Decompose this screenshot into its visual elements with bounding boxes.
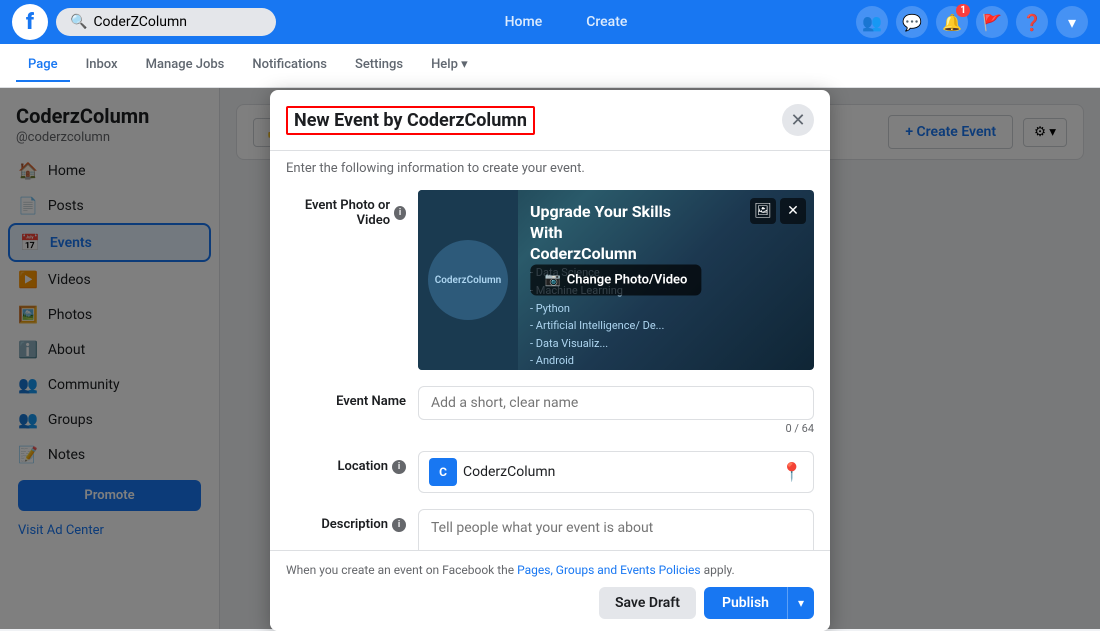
account-chevron-btn[interactable]: ▾ xyxy=(1056,6,1088,38)
help-icon-btn[interactable]: ❓ xyxy=(1016,6,1048,38)
publish-button[interactable]: Publish xyxy=(704,587,787,619)
location-info-icon[interactable]: i xyxy=(392,460,406,474)
top-navigation: f 🔍 Home Create 👥 💬 🔔 1 🚩 ❓ ▾ xyxy=(0,0,1100,44)
location-pin-icon[interactable]: 📍 xyxy=(781,462,803,483)
publish-chevron-icon: ▾ xyxy=(798,596,804,610)
create-event-modal: New Event by CoderzColumn ✕ Enter the fo… xyxy=(270,90,830,631)
photo-remove-button[interactable]: ✕ xyxy=(780,198,806,224)
search-bar[interactable]: 🔍 xyxy=(56,8,276,36)
tab-manage-jobs[interactable]: Manage Jobs xyxy=(134,49,237,82)
logo-text: CoderzColumn xyxy=(435,274,502,287)
description-label: Description i xyxy=(286,509,406,532)
event-name-label: Event Name xyxy=(286,386,406,409)
description-info-icon[interactable]: i xyxy=(392,518,406,532)
modal-title: New Event by CoderzColumn xyxy=(286,106,535,135)
flag-icon-btn[interactable]: 🚩 xyxy=(976,6,1008,38)
nav-create[interactable]: Create xyxy=(578,10,635,34)
notifications-icon-btn[interactable]: 🔔 1 xyxy=(936,6,968,38)
messenger-icon-btn[interactable]: 💬 xyxy=(896,6,928,38)
photo-overlay-buttons: 🖼 ✕ xyxy=(750,198,806,224)
notification-badge: 1 xyxy=(956,4,970,17)
nav-home[interactable]: Home xyxy=(497,10,551,34)
modal-footer: When you create an event on Facebook the… xyxy=(270,550,830,631)
modal-intro-text: Enter the following information to creat… xyxy=(270,151,830,182)
location-control: C CoderzColumn 📍 xyxy=(418,451,814,493)
description-textarea[interactable] xyxy=(418,509,814,550)
photo-label: Event Photo or Video i xyxy=(286,190,406,228)
search-icon: 🔍 xyxy=(70,14,87,30)
photo-form-row: Event Photo or Video i CoderzColumn xyxy=(270,182,830,378)
facebook-logo: f xyxy=(12,4,48,40)
location-label: Location i xyxy=(286,451,406,474)
main-layout: CoderzColumn @coderzcolumn 🏠 Home 📄 Post… xyxy=(0,88,1100,629)
publish-dropdown-button[interactable]: ▾ xyxy=(787,587,814,619)
location-value: CoderzColumn xyxy=(463,464,775,480)
event-name-control: 0 / 64 xyxy=(418,386,814,435)
photo-info-icon[interactable]: i xyxy=(394,206,406,220)
footer-notice: When you create an event on Facebook the… xyxy=(286,563,814,577)
publish-button-group: Publish ▾ xyxy=(704,587,814,619)
page-tabs-bar: Page Inbox Manage Jobs Notifications Set… xyxy=(0,44,1100,88)
nav-right: 👥 💬 🔔 1 🚩 ❓ ▾ xyxy=(856,6,1088,38)
change-photo-button[interactable]: 📷 Change Photo/Video xyxy=(531,265,702,296)
location-field[interactable]: C CoderzColumn 📍 xyxy=(418,451,814,493)
modal-close-button[interactable]: ✕ xyxy=(782,104,814,136)
tab-settings[interactable]: Settings xyxy=(343,49,415,82)
photo-control: CoderzColumn Upgrade Your SkillsWithCode… xyxy=(418,190,814,370)
modal-header: New Event by CoderzColumn ✕ xyxy=(270,90,830,151)
search-input[interactable] xyxy=(93,14,263,30)
tab-inbox[interactable]: Inbox xyxy=(74,49,130,82)
location-form-row: Location i C CoderzColumn 📍 xyxy=(270,443,830,501)
people-icon-btn[interactable]: 👥 xyxy=(856,6,888,38)
nav-center: Home Create xyxy=(276,10,856,34)
camera-icon: 📷 xyxy=(545,273,561,288)
logo-circle: CoderzColumn xyxy=(428,240,508,320)
description-control xyxy=(418,509,814,550)
photo-edit-button[interactable]: 🖼 xyxy=(750,198,776,224)
tab-notifications[interactable]: Notifications xyxy=(240,49,339,82)
event-name-form-row: Event Name 0 / 64 xyxy=(270,378,830,443)
tab-help[interactable]: Help ▾ xyxy=(419,49,480,82)
policies-link[interactable]: Pages, Groups and Events Policies xyxy=(517,563,700,577)
modal-body: Enter the following information to creat… xyxy=(270,151,830,550)
event-name-input[interactable] xyxy=(418,386,814,420)
modal-overlay: New Event by CoderzColumn ✕ Enter the fo… xyxy=(0,88,1100,629)
photo-logo-area: CoderzColumn xyxy=(418,190,518,370)
description-form-row: Description i xyxy=(270,501,830,550)
char-count: 0 / 64 xyxy=(418,422,814,435)
footer-actions: Save Draft Publish ▾ xyxy=(286,587,814,619)
tab-page[interactable]: Page xyxy=(16,49,70,82)
save-draft-button[interactable]: Save Draft xyxy=(599,587,696,619)
location-avatar: C xyxy=(429,458,457,486)
event-photo-area: CoderzColumn Upgrade Your SkillsWithCode… xyxy=(418,190,814,370)
